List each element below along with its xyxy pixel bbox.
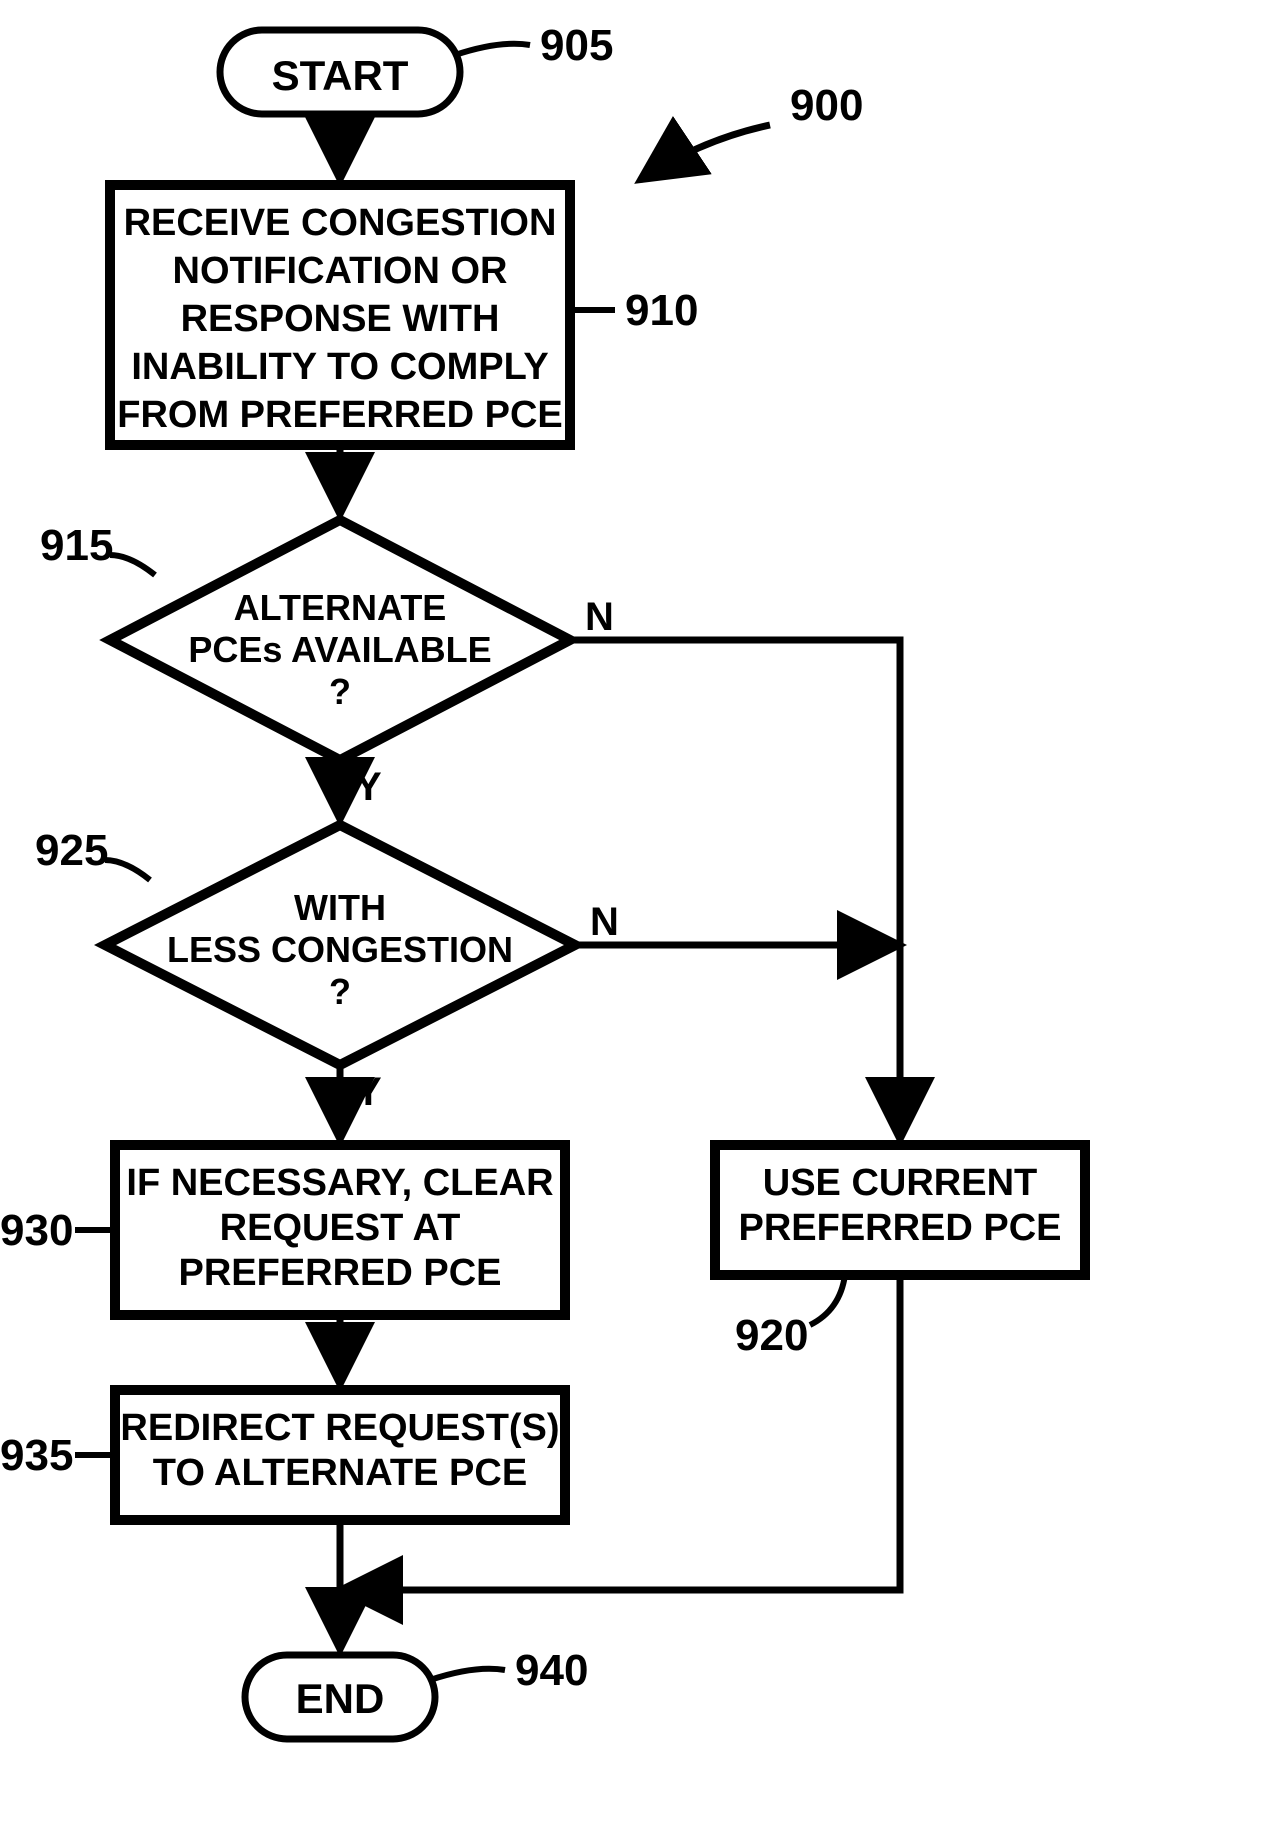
end-ref: 940 — [515, 1646, 588, 1695]
less-line-0: WITH — [294, 887, 386, 928]
node-receive: RECEIVE CONGESTION NOTIFICATION OR RESPO… — [110, 185, 698, 445]
less-line-1: LESS CONGESTION — [167, 929, 513, 970]
alt-line-2: ? — [329, 671, 351, 712]
clear-ref: 930 — [0, 1206, 73, 1255]
usecur-ref: 920 — [735, 1311, 808, 1360]
clear-line-1: REQUEST AT — [220, 1207, 461, 1249]
node-redirect: REDIRECT REQUEST(S) TO ALTERNATE PCE 935 — [0, 1390, 565, 1520]
redirect-line-0: REDIRECT REQUEST(S) — [120, 1407, 559, 1449]
receive-line-1: NOTIFICATION OR — [173, 250, 508, 292]
less-yes: Y — [355, 1070, 382, 1114]
end-text: END — [296, 1675, 385, 1722]
clear-line-0: IF NECESSARY, CLEAR — [126, 1162, 553, 1204]
receive-line-3: INABILITY TO COMPLY — [131, 346, 548, 388]
usecur-line-1: PREFERRED PCE — [738, 1207, 1061, 1249]
figure-ref: 900 — [640, 81, 863, 180]
clear-line-2: PREFERRED PCE — [178, 1252, 501, 1294]
receive-line-4: FROM PREFERRED PCE — [117, 394, 562, 436]
edge-alt-no — [570, 640, 900, 1140]
node-end: END 940 — [245, 1646, 588, 1739]
start-text: START — [272, 52, 409, 99]
usecur-line-0: USE CURRENT — [763, 1162, 1037, 1204]
less-no: N — [590, 900, 619, 944]
redirect-line-1: TO ALTERNATE PCE — [153, 1452, 527, 1494]
less-ref: 925 — [35, 826, 108, 875]
alt-no: N — [585, 595, 614, 639]
node-alt: ALTERNATE PCEs AVAILABLE ? 915 — [40, 520, 570, 760]
alt-yes: Y — [355, 765, 382, 809]
node-start: START 905 — [220, 21, 613, 114]
alt-line-0: ALTERNATE — [234, 587, 447, 628]
receive-line-0: RECEIVE CONGESTION — [124, 202, 557, 244]
receive-ref: 910 — [625, 286, 698, 335]
figure-ref-label: 900 — [790, 81, 863, 130]
node-clear: IF NECESSARY, CLEAR REQUEST AT PREFERRED… — [0, 1145, 565, 1315]
redirect-ref: 935 — [0, 1431, 73, 1480]
node-less: WITH LESS CONGESTION ? 925 — [35, 825, 575, 1065]
receive-line-2: RESPONSE WITH — [181, 298, 500, 340]
start-ref: 905 — [540, 21, 613, 70]
alt-line-1: PCEs AVAILABLE — [188, 629, 491, 670]
less-line-2: ? — [329, 971, 351, 1012]
alt-ref: 915 — [40, 521, 113, 570]
